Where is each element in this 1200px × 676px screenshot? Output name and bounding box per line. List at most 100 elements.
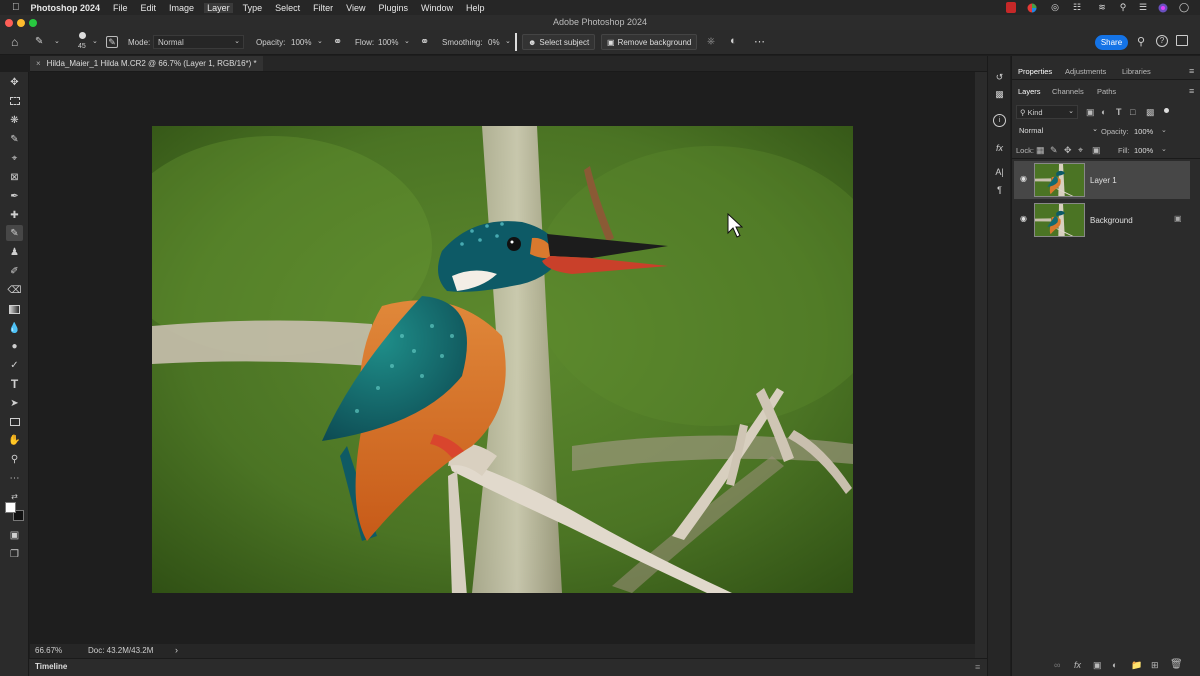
pen-tool-icon[interactable]: ✓ [6,357,23,373]
healing-brush-tool-icon[interactable]: ✚ [6,207,23,223]
quick-mask-icon[interactable]: ▣ [6,527,23,543]
brush-size-value[interactable]: 45 [78,43,86,50]
menu-view[interactable]: View [346,3,365,13]
app-name[interactable]: Photoshop 2024 [31,3,101,13]
new-group-icon[interactable]: 📁 [1131,660,1142,671]
paragraph-icon[interactable]: ¶ [993,183,1006,196]
flow-value[interactable]: 100% [378,38,398,47]
chevron-down-icon[interactable]: ⌄ [54,37,60,45]
link-layers-icon[interactable]: ∞ [1054,660,1060,670]
record-icon[interactable] [1006,2,1016,13]
brush-tool-icon[interactable]: ✎ [6,225,23,241]
layer-filter-select[interactable]: ⚲ Kind ⌄ [1016,105,1078,119]
zoom-window-button[interactable] [29,19,37,27]
actions-icon[interactable]: fx [993,141,1006,154]
opacity-value[interactable]: 100% [291,38,311,47]
frame-tool-icon[interactable]: ⊠ [6,169,23,185]
document-tab[interactable]: × Hilda_Maier_1 Hilda M.CR2 @ 66.7% (Lay… [30,56,263,71]
move-tool-icon[interactable]: ✥ [6,74,23,90]
workspace-icon[interactable] [1176,35,1188,46]
filter-smart-object-icon[interactable]: ▩ [1146,107,1155,118]
object-selection-tool-icon[interactable]: ✎ [6,131,23,147]
lock-transparent-icon[interactable]: ▦ [1036,145,1045,156]
foreground-color-swatch[interactable] [5,502,16,513]
tab-paths[interactable]: Paths [1097,87,1116,96]
filter-shape-icon[interactable]: □ [1130,107,1135,117]
minimize-window-button[interactable] [17,19,25,27]
help-icon[interactable]: ? [1156,35,1168,47]
close-icon[interactable]: × [36,59,41,68]
tab-properties[interactable]: Properties [1018,67,1052,76]
siri-icon[interactable] [1157,2,1169,13]
menu-select[interactable]: Select [275,3,300,13]
layer-opacity-value[interactable]: 100% [1134,127,1153,136]
filter-toggle-icon[interactable] [1164,108,1169,113]
timeline-tab[interactable]: Timeline [35,662,67,671]
apple-icon[interactable]:  [12,2,20,13]
crop-tool-icon[interactable]: ⌖ [6,150,23,166]
zoom-tool-icon[interactable]: ⚲ [6,451,23,467]
play-icon[interactable]: ◎ [1049,2,1061,13]
vertical-scrollbar[interactable] [975,72,987,658]
gradient-tool-icon[interactable] [6,301,23,317]
filter-pixel-icon[interactable]: ▣ [1086,107,1095,118]
close-window-button[interactable] [5,19,13,27]
eye-icon[interactable]: ◉ [1020,174,1027,183]
screen-mode-icon[interactable]: ❐ [6,546,23,562]
menu-help[interactable]: Help [466,3,485,13]
menu-edit[interactable]: Edit [141,3,157,13]
blend-mode-select[interactable]: Normal ⌄ [1016,124,1098,138]
panel-menu-icon[interactable]: ≡ [1189,66,1194,76]
more-options-icon[interactable]: ⋯ [754,35,765,48]
kingfisher-photo[interactable] [152,126,853,593]
character-icon[interactable]: A| [993,165,1006,178]
menu-image[interactable]: Image [169,3,194,13]
chevron-down-icon[interactable]: ⌄ [1161,126,1167,134]
chevron-down-icon[interactable]: ⌄ [92,37,98,45]
eraser-tool-icon[interactable]: ⌫ [6,282,23,298]
new-layer-icon[interactable]: ⊞ [1151,660,1159,671]
pressure-opacity-icon[interactable]: ⚭ [333,35,342,48]
layer-name[interactable]: Layer 1 [1090,176,1117,185]
menu-file[interactable]: File [113,3,128,13]
menu-plugins[interactable]: Plugins [378,3,408,13]
lock-artboard-icon[interactable]: ⌖ [1078,145,1083,156]
menu-type[interactable]: Type [243,3,263,13]
clock-icon[interactable]: ◯ [1178,2,1190,13]
blur-tool-icon[interactable]: 💧 [6,320,23,336]
eye-icon[interactable]: ◉ [1020,214,1027,223]
select-subject-button[interactable]: ☻ Select subject [522,34,596,50]
control-center-icon[interactable]: ☷ [1071,2,1083,13]
history-brush-tool-icon[interactable]: ✐ [6,263,23,279]
zoom-level[interactable]: 66.67% [35,646,62,655]
lock-position-icon[interactable]: ✥ [1064,145,1072,156]
brush-settings-icon[interactable]: ✎ [106,36,118,48]
wifi-icon[interactable]: ≋ [1096,2,1108,13]
chevron-right-icon[interactable]: › [175,645,178,655]
tab-channels[interactable]: Channels [1052,87,1084,96]
filter-adjustment-icon[interactable]: ◐ [1101,107,1106,117]
search-icon[interactable]: ⚲ [1117,2,1129,13]
fill-value[interactable]: 100% [1134,146,1153,155]
rectangle-tool-icon[interactable] [6,414,23,430]
chevron-down-icon[interactable]: ⌄ [505,37,511,45]
panel-menu-icon[interactable]: ≡ [975,662,980,672]
layer-row-layer-1[interactable]: ◉ Layer 1 [1014,161,1190,199]
history-icon[interactable]: ↺ [993,71,1006,84]
pressure-size-icon[interactable]: ◐ [730,35,737,47]
more-tools-icon[interactable]: ⋯ [6,470,23,486]
layer-row-background[interactable]: ◉ Background ▣ [1014,201,1190,239]
brush-preset-icon[interactable] [79,32,86,39]
home-icon[interactable]: ⌂ [11,35,18,49]
layer-style-icon[interactable]: fx [1074,660,1081,670]
add-mask-icon[interactable]: ▣ [1093,660,1102,671]
tab-adjustments[interactable]: Adjustments [1065,67,1106,76]
airbrush-icon[interactable]: ⚭ [420,35,429,48]
share-button[interactable]: Share [1095,35,1128,50]
marquee-tool-icon[interactable] [6,93,23,109]
symmetry-icon[interactable]: ⎈ [707,36,715,47]
remove-background-button[interactable]: ▣ Remove background [601,34,698,50]
toggles-icon[interactable]: ☰ [1137,2,1149,13]
menu-filter[interactable]: Filter [313,3,333,13]
tab-libraries[interactable]: Libraries [1122,67,1151,76]
